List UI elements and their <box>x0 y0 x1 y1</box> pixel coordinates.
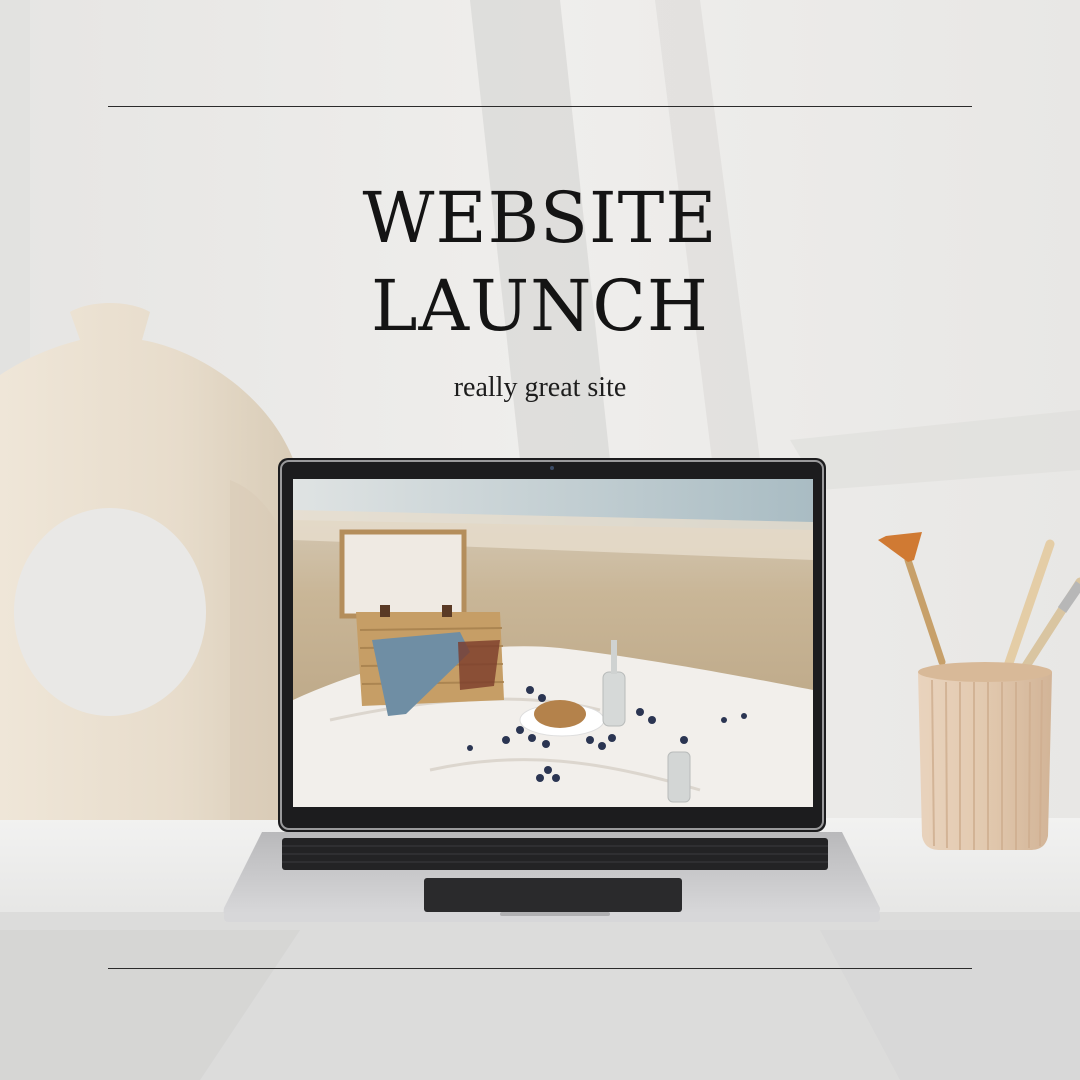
top-divider <box>108 106 972 107</box>
headline-line-1: WEBSITE <box>362 177 718 259</box>
tagline: really great site <box>453 372 627 403</box>
headline-line-2: LAUNCH <box>371 265 709 347</box>
poster: WEBSITE LAUNCH really great site <box>0 0 1080 1080</box>
scene-illustration <box>0 0 1080 1080</box>
laptop-icon <box>223 458 880 922</box>
bottom-divider <box>108 968 972 969</box>
beach-picnic-image <box>293 479 813 807</box>
